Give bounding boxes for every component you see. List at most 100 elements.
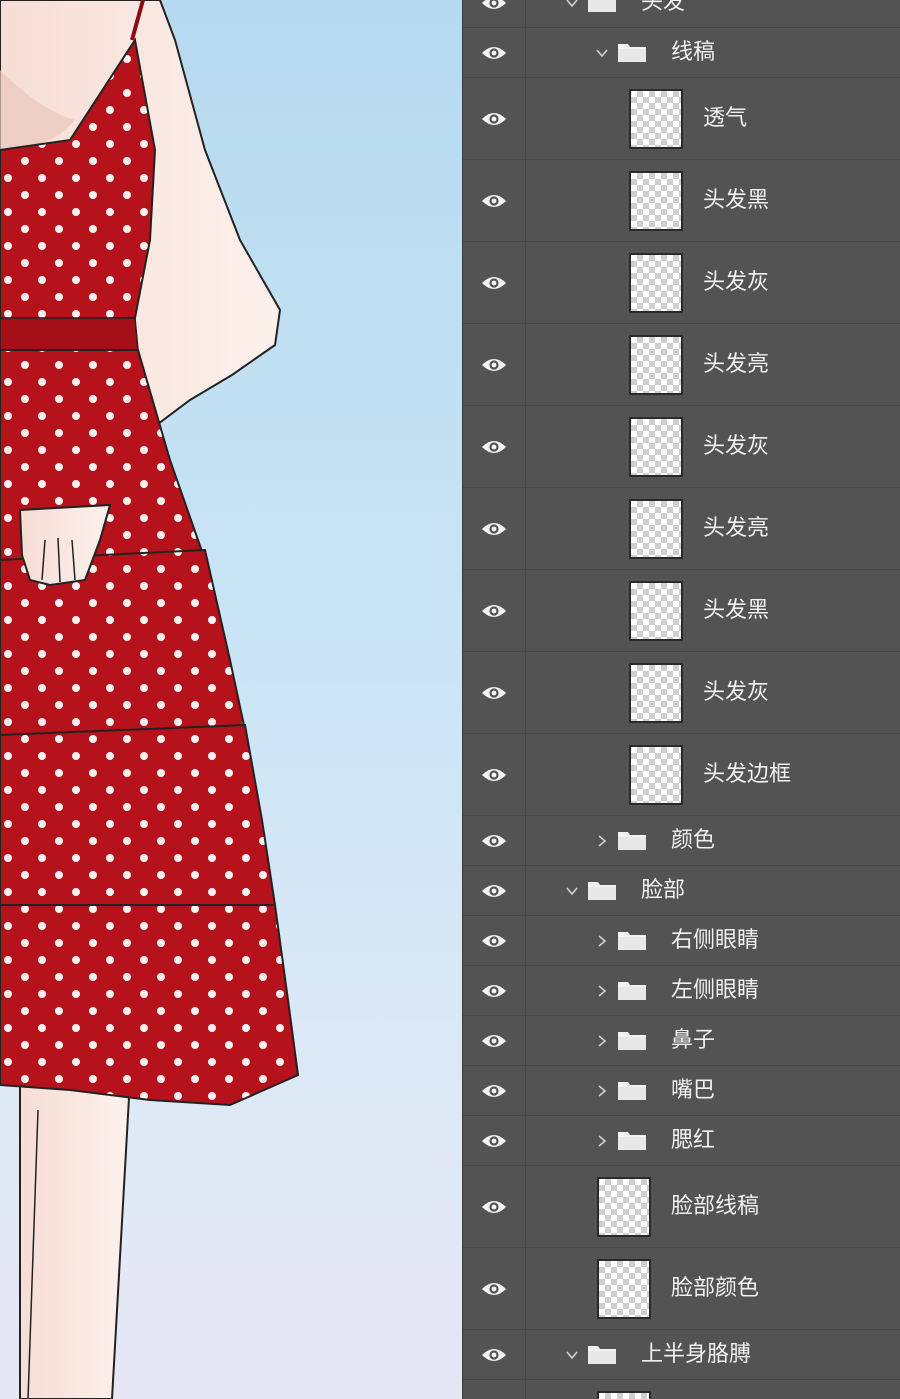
visibility-eye-icon[interactable] <box>463 1380 526 1399</box>
dress-skirt-tier-3 <box>0 723 277 927</box>
group-name: 嘴巴 <box>671 1078 716 1103</box>
layer-row[interactable]: 脸部线稿 <box>463 1166 900 1248</box>
group-name: 脸部 <box>641 878 686 903</box>
dress-skirt-tier-4 <box>0 904 300 1107</box>
layer-thumbnail[interactable] <box>597 1391 651 1399</box>
layer-row[interactable]: 头发黑 <box>463 160 900 242</box>
group-name: 左侧眼睛 <box>671 978 760 1003</box>
visibility-eye-icon[interactable] <box>463 570 526 651</box>
visibility-eye-icon[interactable] <box>463 1330 526 1379</box>
visibility-eye-icon[interactable] <box>463 966 526 1015</box>
layer-thumbnail[interactable] <box>629 171 683 231</box>
layer-group-row[interactable]: 腮红 <box>463 1116 900 1166</box>
visibility-eye-icon[interactable] <box>463 324 526 405</box>
visibility-eye-icon[interactable] <box>463 734 526 815</box>
layer-group-row[interactable]: 头发 <box>463 0 900 28</box>
chevron-down-icon[interactable] <box>565 1348 579 1362</box>
visibility-eye-icon[interactable] <box>463 160 526 241</box>
visibility-eye-icon[interactable] <box>463 28 526 77</box>
folder-icon <box>617 1079 647 1101</box>
layer-thumbnail[interactable] <box>597 1177 651 1237</box>
visibility-eye-icon[interactable] <box>463 242 526 323</box>
group-name: 上半身胳膊 <box>641 1342 752 1367</box>
document-canvas[interactable] <box>0 0 462 1399</box>
layer-name: 脸部线稿 <box>671 1194 760 1219</box>
layer-name: 头发灰 <box>703 270 770 295</box>
illustration <box>0 0 300 1399</box>
layers-panel[interactable]: 头发 线稿 透气 头发黑 头发灰 头发亮 头发灰 头发亮 头发黑 头发灰 头发边框 颜色 脸部 右侧眼睛左… <box>462 0 900 1399</box>
group-name: 颜色 <box>671 828 716 853</box>
layer-thumbnail[interactable] <box>597 1259 651 1319</box>
layer-group-row[interactable]: 上半身胳膊 <box>463 1330 900 1380</box>
visibility-eye-icon[interactable] <box>463 816 526 865</box>
folder-icon <box>617 1029 647 1051</box>
layer-group-row[interactable]: 嘴巴 <box>463 1066 900 1116</box>
group-name: 右侧眼睛 <box>671 928 760 953</box>
layer-group-row[interactable]: 脸部 <box>463 866 900 916</box>
layer-row[interactable]: 头发灰 <box>463 406 900 488</box>
layer-name: 头发黑 <box>703 188 770 213</box>
layer-group-row[interactable]: 左侧眼睛 <box>463 966 900 1016</box>
chevron-down-icon[interactable] <box>595 46 609 60</box>
folder-icon <box>617 41 647 63</box>
visibility-eye-icon[interactable] <box>463 916 526 965</box>
visibility-eye-icon[interactable] <box>463 1116 526 1165</box>
group-name: 头发 <box>641 0 686 15</box>
folder-icon <box>617 1129 647 1151</box>
layer-row[interactable]: 头发灰 <box>463 652 900 734</box>
layer-thumbnail[interactable] <box>629 335 683 395</box>
legs <box>19 1079 132 1399</box>
visibility-eye-icon[interactable] <box>463 406 526 487</box>
visibility-eye-icon[interactable] <box>463 0 526 27</box>
visibility-eye-icon[interactable] <box>463 1016 526 1065</box>
chevron-right-icon[interactable] <box>595 1034 609 1048</box>
layer-name: 头发灰 <box>703 680 770 705</box>
chevron-right-icon[interactable] <box>595 834 609 848</box>
layer-group-row[interactable]: 颜色 <box>463 816 900 866</box>
folder-icon <box>617 929 647 951</box>
visibility-eye-icon[interactable] <box>463 652 526 733</box>
layer-thumbnail[interactable] <box>629 581 683 641</box>
layer-group-row[interactable]: 右侧眼睛 <box>463 916 900 966</box>
visibility-eye-icon[interactable] <box>463 78 526 159</box>
layer-thumbnail[interactable] <box>629 89 683 149</box>
chevron-right-icon[interactable] <box>595 1134 609 1148</box>
folder-icon <box>617 979 647 1001</box>
visibility-eye-icon[interactable] <box>463 1248 526 1329</box>
chevron-right-icon[interactable] <box>595 984 609 998</box>
layer-row[interactable]: 头发黑 <box>463 570 900 652</box>
layer-thumbnail[interactable] <box>629 663 683 723</box>
visibility-eye-icon[interactable] <box>463 1166 526 1247</box>
layer-thumbnail[interactable] <box>629 253 683 313</box>
chevron-down-icon[interactable] <box>565 884 579 898</box>
group-name: 鼻子 <box>671 1028 716 1053</box>
layer-thumbnail[interactable] <box>629 499 683 559</box>
layer-row[interactable]: 头发亮 <box>463 488 900 570</box>
layer-name: 头发亮 <box>703 516 770 541</box>
folder-icon <box>587 1343 617 1365</box>
group-name: 腮红 <box>671 1128 716 1153</box>
layer-name: 头发黑 <box>703 598 770 623</box>
layer-name: 头发边框 <box>703 762 792 787</box>
layer-name: 脸部颜色 <box>671 1276 760 1301</box>
layer-row[interactable] <box>463 1380 900 1399</box>
group-name: 线稿 <box>671 40 716 65</box>
layer-thumbnail[interactable] <box>629 417 683 477</box>
layer-row[interactable]: 头发灰 <box>463 242 900 324</box>
layer-row[interactable]: 头发亮 <box>463 324 900 406</box>
visibility-eye-icon[interactable] <box>463 1066 526 1115</box>
folder-icon <box>617 829 647 851</box>
layer-row[interactable]: 头发边框 <box>463 734 900 816</box>
layer-group-row[interactable]: 线稿 <box>463 28 900 78</box>
chevron-right-icon[interactable] <box>595 934 609 948</box>
layer-name: 头发亮 <box>703 352 770 377</box>
folder-icon <box>587 879 617 901</box>
visibility-eye-icon[interactable] <box>463 866 526 915</box>
layer-row[interactable]: 脸部颜色 <box>463 1248 900 1330</box>
chevron-down-icon[interactable] <box>565 0 579 10</box>
layer-row[interactable]: 透气 <box>463 78 900 160</box>
visibility-eye-icon[interactable] <box>463 488 526 569</box>
layer-thumbnail[interactable] <box>629 745 683 805</box>
layer-group-row[interactable]: 鼻子 <box>463 1016 900 1066</box>
chevron-right-icon[interactable] <box>595 1084 609 1098</box>
